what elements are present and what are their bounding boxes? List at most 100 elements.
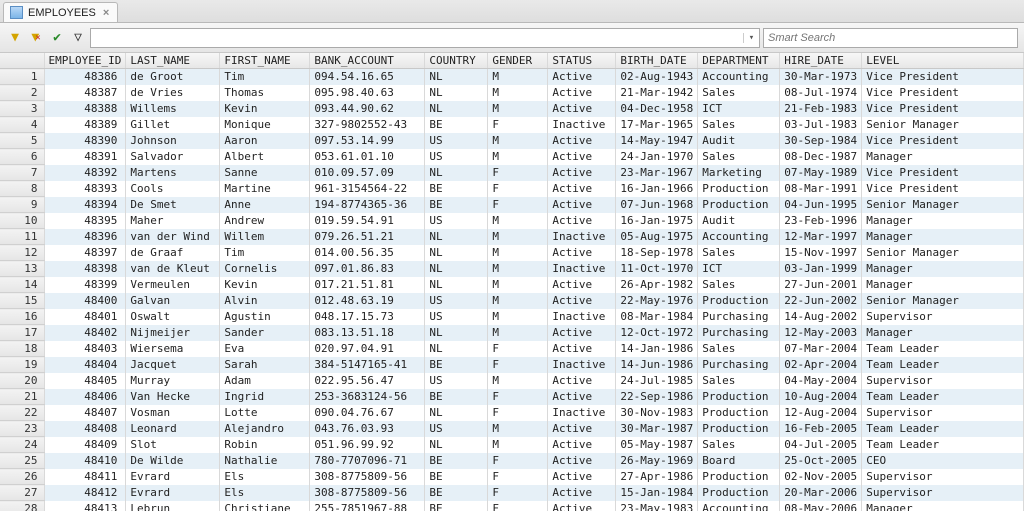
cell-department[interactable]: Audit: [698, 213, 780, 229]
cell-status[interactable]: Active: [548, 437, 616, 453]
data-grid[interactable]: EMPLOYEE_ID LAST_NAME FIRST_NAME BANK_AC…: [0, 53, 1024, 511]
cell-gender[interactable]: M: [488, 245, 548, 261]
cell-country[interactable]: BE: [425, 453, 488, 469]
row-number[interactable]: 5: [0, 133, 44, 149]
cell-birth-date[interactable]: 04-Dec-1958: [616, 101, 698, 117]
cell-status[interactable]: Active: [548, 453, 616, 469]
cell-employee-id[interactable]: 48404: [44, 357, 126, 373]
cell-status[interactable]: Active: [548, 469, 616, 485]
row-number[interactable]: 4: [0, 117, 44, 133]
cell-gender[interactable]: M: [488, 213, 548, 229]
cell-employee-id[interactable]: 48412: [44, 485, 126, 501]
cell-last-name[interactable]: de Groot: [126, 69, 220, 85]
cell-bank-account[interactable]: 094.54.16.65: [310, 69, 425, 85]
cell-status[interactable]: Active: [548, 389, 616, 405]
cell-status[interactable]: Active: [548, 101, 616, 117]
cell-level[interactable]: Vice President: [862, 181, 1024, 197]
cell-level[interactable]: Senior Manager: [862, 197, 1024, 213]
col-department[interactable]: DEPARTMENT: [698, 53, 780, 69]
cell-first-name[interactable]: Christiane: [220, 501, 310, 511]
cell-status[interactable]: Active: [548, 485, 616, 501]
cell-birth-date[interactable]: 17-Mar-1965: [616, 117, 698, 133]
table-row[interactable]: 2748412EvrardEls308-8775809-56BEFActive1…: [0, 485, 1024, 501]
cell-status[interactable]: Active: [548, 245, 616, 261]
cell-department[interactable]: Sales: [698, 341, 780, 357]
cell-bank-account[interactable]: 053.61.01.10: [310, 149, 425, 165]
row-number[interactable]: 2: [0, 85, 44, 101]
row-number[interactable]: 22: [0, 405, 44, 421]
cell-status[interactable]: Active: [548, 213, 616, 229]
cell-status[interactable]: Active: [548, 373, 616, 389]
cell-status[interactable]: Inactive: [548, 229, 616, 245]
cell-hire-date[interactable]: 08-May-2006: [780, 501, 862, 511]
cell-last-name[interactable]: Vosman: [126, 405, 220, 421]
row-number[interactable]: 9: [0, 197, 44, 213]
row-number[interactable]: 12: [0, 245, 44, 261]
cell-country[interactable]: NL: [425, 261, 488, 277]
cell-first-name[interactable]: Willem: [220, 229, 310, 245]
cell-department[interactable]: Production: [698, 197, 780, 213]
cell-employee-id[interactable]: 48393: [44, 181, 126, 197]
cell-first-name[interactable]: Adam: [220, 373, 310, 389]
cell-first-name[interactable]: Thomas: [220, 85, 310, 101]
cell-country[interactable]: NL: [425, 245, 488, 261]
cell-hire-date[interactable]: 27-Jun-2001: [780, 277, 862, 293]
cell-last-name[interactable]: Evrard: [126, 469, 220, 485]
cell-bank-account[interactable]: 010.09.57.09: [310, 165, 425, 181]
col-bank-account[interactable]: BANK_ACCOUNT: [310, 53, 425, 69]
cell-first-name[interactable]: Ingrid: [220, 389, 310, 405]
cell-status[interactable]: Inactive: [548, 117, 616, 133]
table-row[interactable]: 1148396van der WindWillem079.26.51.21NLM…: [0, 229, 1024, 245]
cell-last-name[interactable]: Gillet: [126, 117, 220, 133]
cell-birth-date[interactable]: 16-Jan-1975: [616, 213, 698, 229]
cell-level[interactable]: Manager: [862, 149, 1024, 165]
close-icon[interactable]: ×: [101, 7, 111, 19]
table-row[interactable]: 2448409SlotRobin051.96.99.92NLMActive05-…: [0, 437, 1024, 453]
cell-gender[interactable]: F: [488, 389, 548, 405]
cell-hire-date[interactable]: 16-Feb-2005: [780, 421, 862, 437]
cell-first-name[interactable]: Robin: [220, 437, 310, 453]
cell-level[interactable]: Senior Manager: [862, 117, 1024, 133]
cell-birth-date[interactable]: 05-Aug-1975: [616, 229, 698, 245]
cell-employee-id[interactable]: 48406: [44, 389, 126, 405]
cell-bank-account[interactable]: 097.53.14.99: [310, 133, 425, 149]
cell-hire-date[interactable]: 08-Mar-1991: [780, 181, 862, 197]
table-row[interactable]: 1648401OswaltAgustin048.17.15.73USMInact…: [0, 309, 1024, 325]
table-row[interactable]: 2148406Van HeckeIngrid253-3683124-56BEFA…: [0, 389, 1024, 405]
table-row[interactable]: 2348408LeonardAlejandro043.76.03.93USMAc…: [0, 421, 1024, 437]
cell-employee-id[interactable]: 48411: [44, 469, 126, 485]
cell-level[interactable]: Team Leader: [862, 357, 1024, 373]
cell-gender[interactable]: M: [488, 69, 548, 85]
cell-bank-account[interactable]: 095.98.40.63: [310, 85, 425, 101]
cell-level[interactable]: Vice President: [862, 101, 1024, 117]
cell-first-name[interactable]: Sanne: [220, 165, 310, 181]
table-row[interactable]: 1748402NijmeijerSander083.13.51.18NLMAct…: [0, 325, 1024, 341]
cell-department[interactable]: Production: [698, 485, 780, 501]
cell-department[interactable]: Sales: [698, 117, 780, 133]
cell-employee-id[interactable]: 48398: [44, 261, 126, 277]
cell-department[interactable]: Accounting: [698, 229, 780, 245]
cell-employee-id[interactable]: 48403: [44, 341, 126, 357]
row-number[interactable]: 3: [0, 101, 44, 117]
cell-birth-date[interactable]: 27-Apr-1986: [616, 469, 698, 485]
cell-country[interactable]: BE: [425, 501, 488, 511]
cell-last-name[interactable]: de Vries: [126, 85, 220, 101]
cell-status[interactable]: Active: [548, 341, 616, 357]
cell-bank-account[interactable]: 012.48.63.19: [310, 293, 425, 309]
row-number[interactable]: 28: [0, 501, 44, 511]
cell-first-name[interactable]: Sarah: [220, 357, 310, 373]
row-number[interactable]: 8: [0, 181, 44, 197]
col-level[interactable]: LEVEL: [862, 53, 1024, 69]
cell-first-name[interactable]: Kevin: [220, 101, 310, 117]
table-row[interactable]: 1248397de GraafTim014.00.56.35NLMActive1…: [0, 245, 1024, 261]
cell-country[interactable]: NL: [425, 229, 488, 245]
cell-level[interactable]: Senior Manager: [862, 293, 1024, 309]
cell-status[interactable]: Active: [548, 69, 616, 85]
table-row[interactable]: 2048405MurrayAdam022.95.56.47USMActive24…: [0, 373, 1024, 389]
cell-last-name[interactable]: Oswalt: [126, 309, 220, 325]
cell-gender[interactable]: M: [488, 261, 548, 277]
table-row[interactable]: 248387de VriesThomas095.98.40.63NLMActiv…: [0, 85, 1024, 101]
cell-birth-date[interactable]: 21-Mar-1942: [616, 85, 698, 101]
cell-level[interactable]: Manager: [862, 325, 1024, 341]
row-number[interactable]: 18: [0, 341, 44, 357]
